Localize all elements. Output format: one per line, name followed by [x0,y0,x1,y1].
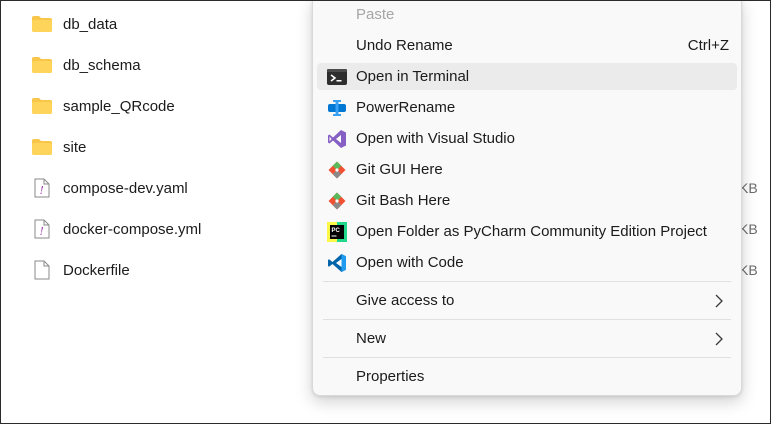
svg-text:!: ! [40,225,44,238]
menu-item-open-with-code[interactable]: Open with Code [317,249,737,276]
menu-item-label: Give access to [356,292,455,309]
context-menu: Paste Undo Rename Ctrl+Z Open in Termina… [312,1,742,396]
list-item[interactable]: db_schema [31,49,321,81]
git-bash-icon [327,191,347,211]
list-item[interactable]: ! compose-dev.yaml [31,172,321,204]
file-name: db_schema [63,56,141,74]
terminal-icon [327,67,347,87]
menu-item-undo-rename[interactable]: Undo Rename Ctrl+Z [317,32,737,59]
menu-item-open-in-terminal[interactable]: Open in Terminal [317,63,737,90]
menu-item-label: Undo Rename [356,37,453,54]
yaml-file-icon: ! [31,177,53,199]
menu-item-label: Open with Code [356,254,464,271]
folder-icon [31,136,53,158]
git-gui-icon [327,160,347,180]
list-item[interactable]: site [31,131,321,163]
menu-separator [323,319,731,320]
menu-item-open-with-visual-studio[interactable]: Open with Visual Studio [317,125,737,152]
menu-separator [323,281,731,282]
visual-studio-icon [327,129,347,149]
folder-icon [31,54,53,76]
pycharm-icon: PC [327,222,347,242]
menu-item-label: Git Bash Here [356,192,451,209]
menu-item-label: PowerRename [356,99,456,116]
chevron-right-icon [715,332,723,346]
file-name: db_data [63,15,118,33]
chevron-right-icon [715,294,723,308]
menu-item-label: Open with Visual Studio [356,130,515,147]
folder-icon [31,95,53,117]
menu-item-paste[interactable]: Paste [317,1,737,28]
file-name: site [63,138,87,156]
menu-item-new[interactable]: New [317,325,737,352]
menu-item-git-gui-here[interactable]: Git GUI Here [317,156,737,183]
shortcut-text: Ctrl+Z [687,37,729,54]
menu-item-label: Properties [356,368,425,385]
menu-item-powerrename[interactable]: PowerRename [317,94,737,121]
menu-item-open-folder-as-pycharm-project[interactable]: PC Open Folder as PyCharm Community Edit… [317,218,737,245]
menu-item-label: Open Folder as PyCharm Community Edition… [356,223,707,240]
vscode-icon [327,253,347,273]
menu-item-label: Paste [356,6,395,23]
menu-item-properties[interactable]: Properties [317,363,737,390]
file-explorer-window: db_data db_schema sample_QRcode site ! c… [0,0,771,424]
file-name: Dockerfile [63,261,130,279]
folder-icon [31,13,53,35]
file-name: sample_QRcode [63,97,175,115]
menu-separator [323,357,731,358]
list-item[interactable]: Dockerfile [31,254,321,286]
yaml-file-icon: ! [31,218,53,240]
svg-text:PC: PC [332,228,341,234]
list-item[interactable]: sample_QRcode [31,90,321,122]
list-item[interactable]: db_data [31,8,321,40]
menu-item-label: Open in Terminal [356,68,470,85]
file-name: docker-compose.yml [63,220,202,238]
menu-item-label: New [356,330,387,347]
menu-item-label: Git GUI Here [356,161,443,178]
blank-file-icon [31,259,53,281]
list-item[interactable]: ! docker-compose.yml [31,213,321,245]
svg-text:!: ! [40,184,44,197]
menu-item-git-bash-here[interactable]: Git Bash Here [317,187,737,214]
file-name: compose-dev.yaml [63,179,188,197]
powerrename-icon [327,98,347,118]
menu-item-give-access-to[interactable]: Give access to [317,287,737,314]
